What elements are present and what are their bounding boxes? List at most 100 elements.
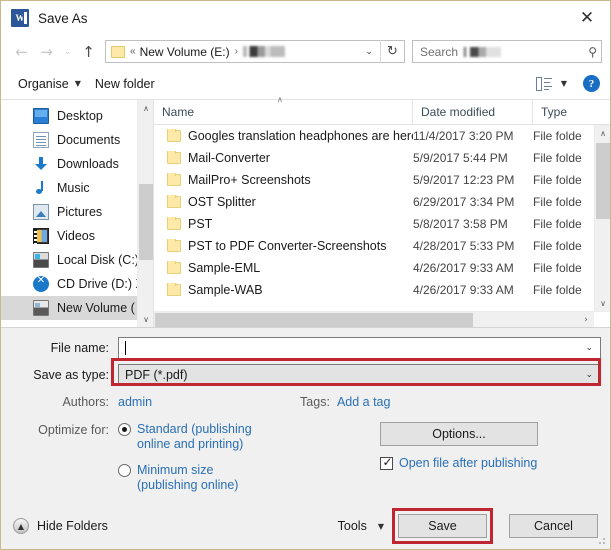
column-header-date[interactable]: Date modified — [413, 99, 533, 125]
file-row-name: OST Splitter — [154, 195, 413, 209]
forward-button[interactable]: → — [34, 39, 59, 65]
navigation-bar: ← → ⌄ ↑ « New Volume (E:) › ⌄ ↻ Search ⚲ — [1, 35, 610, 68]
search-icon[interactable]: ⚲ — [588, 45, 597, 59]
breadcrumb-segment-volume[interactable]: New Volume (E:) — [140, 45, 230, 59]
command-bar: Organise ▼ New folder ▼ ? — [1, 68, 610, 100]
cd-drive-icon — [33, 275, 49, 292]
folder-icon — [111, 45, 125, 58]
search-input[interactable]: Search ⚲ — [412, 40, 602, 63]
table-row[interactable]: PST to PDF Converter-Screenshots 4/28/201… — [154, 235, 594, 257]
savetype-label: Save as type: — [33, 368, 109, 382]
sidebar-item-cd-drive-d-x[interactable]: CD Drive (D:) X — [1, 272, 137, 296]
save-button[interactable]: Save — [398, 514, 487, 538]
music-icon — [33, 180, 49, 196]
sidebar-item-new-volume[interactable]: New Volume ( — [1, 296, 137, 320]
folder-icon — [167, 239, 181, 252]
sidebar-scroll-down-icon[interactable]: ∨ — [138, 311, 154, 327]
file-name-label: OST Splitter — [188, 195, 256, 209]
radio-standard-indicator[interactable] — [118, 423, 131, 436]
back-button[interactable]: ← — [9, 39, 34, 65]
sidebar-item-videos[interactable]: Videos — [1, 224, 137, 248]
hscroll-thumb[interactable] — [155, 313, 473, 327]
chevron-down-icon[interactable]: ▼ — [561, 79, 567, 88]
horizontal-scrollbar[interactable]: › — [154, 311, 610, 327]
column-header-type[interactable]: Type — [533, 100, 610, 125]
column-header-name[interactable]: ∧ Name — [154, 95, 413, 125]
file-name-label: PST — [188, 217, 213, 231]
savetype-value: PDF (*.pdf) — [125, 368, 188, 382]
help-button[interactable]: ? — [583, 75, 600, 92]
sidebar-item-local-disk-c[interactable]: Local Disk (C:) — [1, 248, 137, 272]
organise-button[interactable]: Organise ▼ — [11, 73, 88, 95]
sidebar-item-desktop[interactable]: Desktop — [1, 104, 137, 128]
sidebar-scroll-up-icon[interactable]: ∧ — [138, 100, 154, 116]
tags-value[interactable]: Add a tag — [337, 395, 391, 409]
chevron-down-icon[interactable]: ⌄ — [585, 343, 593, 353]
breadcrumb-segment-redacted[interactable] — [242, 46, 285, 57]
sidebar-item-label: Videos — [57, 229, 95, 243]
table-row[interactable]: OST Splitter 6/29/2017 3:34 PM File folde — [154, 191, 594, 213]
radio-minimum[interactable]: Minimum size (publishing online) — [118, 463, 370, 493]
optimize-radios: Standard (publishing online and printing)… — [118, 422, 370, 504]
new-folder-button[interactable]: New folder — [88, 73, 162, 95]
open-file-checkbox-row[interactable]: Open file after publishing — [380, 455, 601, 470]
sidebar-item-music[interactable]: Music — [1, 176, 137, 200]
sidebar-scroll-thumb[interactable] — [139, 184, 153, 260]
resize-grip[interactable] — [597, 537, 607, 547]
folder-icon — [167, 283, 181, 296]
cancel-button[interactable]: Cancel — [509, 514, 598, 538]
save-button-wrapper: Save — [392, 508, 493, 544]
view-layout-icon[interactable] — [535, 76, 553, 91]
sidebar-item-label: Downloads — [57, 157, 119, 171]
optimize-left: Optimize for: Standard (publishing online… — [10, 422, 370, 504]
file-list-scrollbar[interactable]: ∧ ∨ — [594, 125, 610, 311]
file-row-date: 5/9/2017 5:44 PM — [413, 151, 508, 165]
table-row[interactable]: Googles translation headphones are here.… — [154, 125, 594, 147]
table-row[interactable]: Sample-EML 4/26/2017 9:33 AM File folde — [154, 257, 594, 279]
hscroll-right-icon[interactable]: › — [578, 312, 594, 327]
sidebar-item-downloads[interactable]: Downloads — [1, 152, 137, 176]
authors-value[interactable]: admin — [118, 395, 152, 409]
close-icon[interactable]: ✕ — [564, 1, 610, 35]
sidebar-item-label: Documents — [57, 133, 121, 147]
file-row-type: File folde — [533, 261, 582, 275]
sidebar-scrollbar[interactable]: ∧ ∨ — [137, 100, 153, 327]
chevron-down-icon[interactable]: ⌄ — [585, 370, 593, 380]
sidebar-items: Desktop Documents Downloads Music Pictures Vi… — [1, 100, 137, 320]
file-row-type: File folde — [533, 173, 582, 187]
radio-minimum-line1: Minimum size — [137, 463, 214, 477]
filename-row: File name: ⌄ — [10, 337, 601, 359]
hide-folders-button[interactable]: ▲ Hide Folders — [13, 518, 108, 534]
options-button[interactable]: Options... — [380, 422, 538, 446]
folder-icon — [167, 151, 181, 164]
table-row[interactable]: MailPro+ Screenshots 5/9/2017 12:23 PM Fil… — [154, 169, 594, 191]
file-rows: Googles translation headphones are here.… — [154, 125, 594, 311]
open-file-checkbox[interactable] — [380, 455, 394, 470]
file-rows-wrapper: Googles translation headphones are here.… — [154, 125, 610, 311]
table-row[interactable]: Sample-WAB 4/26/2017 9:33 AM File folde — [154, 279, 594, 301]
file-row-name: Sample-EML — [154, 261, 413, 275]
breadcrumb-overflow-icon[interactable]: « — [130, 46, 136, 57]
file-row-date: 4/28/2017 5:33 PM — [413, 239, 515, 253]
table-row[interactable]: Mail-Converter 5/9/2017 5:44 PM File folde — [154, 147, 594, 169]
chevron-down-icon[interactable]: ⌄ — [358, 41, 380, 62]
address-bar[interactable]: « New Volume (E:) › ⌄ ↻ — [105, 40, 405, 63]
recent-locations-button[interactable]: ⌄ — [59, 39, 76, 65]
hscroll-track[interactable] — [154, 312, 578, 327]
filelist-scroll-up-icon[interactable]: ∧ — [595, 125, 610, 141]
table-row[interactable]: PST 5/8/2017 3:58 PM File folde — [154, 213, 594, 235]
filelist-scroll-thumb[interactable] — [596, 143, 610, 219]
radio-standard[interactable]: Standard (publishing online and printing) — [118, 422, 370, 452]
desktop-icon — [33, 108, 49, 124]
filename-input[interactable]: ⌄ — [118, 337, 601, 359]
tools-button[interactable]: Tools ▼ — [338, 519, 384, 533]
filename-label: File name: — [50, 341, 109, 355]
sidebar-item-documents[interactable]: Documents — [1, 128, 137, 152]
up-button[interactable]: ↑ — [76, 39, 101, 65]
sidebar-item-pictures[interactable]: Pictures — [1, 200, 137, 224]
radio-minimum-indicator[interactable] — [118, 464, 131, 477]
refresh-icon[interactable]: ↻ — [380, 40, 404, 63]
filelist-scroll-down-icon[interactable]: ∨ — [595, 295, 610, 311]
file-row-name: MailPro+ Screenshots — [154, 173, 413, 187]
savetype-dropdown[interactable]: PDF (*.pdf) ⌄ — [118, 364, 601, 386]
